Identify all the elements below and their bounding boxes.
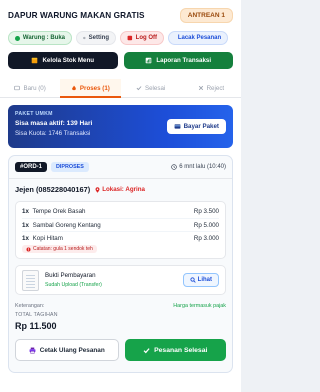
order-time: 6 mnt lalu (10:40) [171,164,226,170]
pin-icon [95,186,100,193]
fire-icon [72,85,76,91]
chart-icon [146,57,152,64]
order-status-badge: DIPROSES [51,162,89,172]
check-icon [136,86,142,91]
item-qty: 1x [22,221,29,229]
view-proof-label: Lihat [197,277,212,283]
track-order-label: Lacak Pesanan [177,35,222,41]
app-title: DAPUR WARUNG MAKAN GRATIS [8,11,145,20]
tab-reject-label: Reject [206,84,225,92]
list-item: 1x Kopi Hitam Rp 3.000 [22,231,219,244]
header: DAPUR WARUNG MAKAN GRATIS ANTREAN 1 Waru… [0,0,241,75]
chip-row: Warung : Buka Setting Log Off Lacak Pesa… [8,31,233,45]
logoff-button[interactable]: Log Off [120,31,164,45]
title-row: DAPUR WARUNG MAKAN GRATIS ANTREAN 1 [8,8,233,23]
clock-icon [171,164,178,170]
printer-icon [29,347,36,354]
finish-order-button[interactable]: Pesanan Selesai [124,339,226,361]
info-key: Keterangan: [15,303,45,309]
customer-row: Jejen (085228040167) Lokasi: Agrina [15,185,226,194]
tab-process[interactable]: Proses (1) [60,79,121,98]
item-name: Kopi Hitam [32,234,63,242]
finish-order-label: Pesanan Selesai [154,346,208,354]
transaction-report-button[interactable]: Laporan Transaksi [123,52,233,69]
order-tabs: Baru (0) Proses (1) Selesai Reject [0,79,241,98]
payment-proof: Bukti Pembayaran Sudah Upload (Transfer)… [15,265,226,295]
view-proof-button[interactable]: Lihat [182,273,219,287]
receipt-thumbnail [22,269,39,291]
order-id: #ORD-1 [15,162,48,172]
shop-status-chip[interactable]: Warung : Buka [8,31,72,45]
item-price: Rp 3.500 [193,208,219,215]
manage-stock-label: Kelola Stok Menu [42,57,95,64]
item-name: Tempe Orek Basah [32,208,86,215]
gear-icon [83,36,86,40]
search-icon [190,277,196,283]
payment-proof-status: Sudah Upload (Transfer) [45,282,102,288]
reprint-order-button[interactable]: Cetak Ulang Pesanan [15,339,119,361]
location: Lokasi: Agrina [95,186,145,193]
payment-proof-text: Bukti Pembayaran Sudah Upload (Transfer) [45,272,102,288]
location-label: Lokasi: Agrina [102,186,145,193]
setting-button[interactable]: Setting [76,31,116,45]
order-actions: Cetak Ulang Pesanan Pesanan Selesai [15,339,226,361]
order-divider [9,178,232,179]
app-root: DAPUR WARUNG MAKAN GRATIS ANTREAN 1 Waru… [0,0,241,392]
list-item: 1x Sambal Goreng Kentang Rp 5.000 [22,218,219,231]
list-item: 1x Tempe Orek Basah Rp 3.500 [22,205,219,218]
inbox-icon [14,85,21,91]
total-label: TOTAL TAGIHAN [15,312,58,318]
track-order-button[interactable]: Lacak Pesanan [168,31,228,45]
tab-new[interactable]: Baru (0) [0,79,60,97]
order-items: 1x Tempe Orek Basah Rp 3.500 1x Sambal G… [15,201,226,259]
total-value: Rp 11.500 [15,321,57,331]
package-label: PAKET UMKM [15,111,53,117]
status-dot-icon [15,35,20,41]
item-price: Rp 5.000 [193,221,219,229]
note-icon [26,247,31,251]
close-icon [198,85,203,91]
tab-done-label: Selesai [144,84,166,92]
box-icon [32,57,38,64]
setting-label: Setting [88,35,109,41]
tab-process-label: Proses (1) [79,84,110,92]
transaction-report-label: Laporan Transaksi [156,57,212,64]
item-name: Sambal Goreng Kentang [32,221,101,229]
manage-stock-button[interactable]: Kelola Stok Menu [8,52,118,69]
item-price: Rp 3.000 [193,234,219,242]
info-row: Keterangan: Harga termasuk pajak [15,303,226,309]
order-note-label: Catatan: gula 1 sendok teh [33,246,93,252]
action-row: Kelola Stok Menu Laporan Transaksi [8,52,233,69]
logoff-label: Log Off [135,35,157,41]
payment-proof-title: Bukti Pembayaran [45,272,96,279]
item-qty: 1x [22,234,29,242]
info-value: Harga termasuk pajak [173,303,226,309]
card-icon [174,124,181,129]
order-header: #ORD-1 DIPROSES 6 mnt lalu (10:40) [15,162,226,172]
customer-name: Jejen (085228040167) [15,185,91,194]
tab-new-label: Baru (0) [23,84,46,92]
order-time-label: 6 mnt lalu (10:40) [179,164,226,170]
queue-badge: ANTREAN 1 [179,8,233,23]
pay-package-button[interactable]: Bayar Paket [166,119,226,134]
order-card: #ORD-1 DIPROSES 6 mnt lalu (10:40) Jejen… [8,155,233,373]
package-card: PAKET UMKM Sisa masa aktif: 139 Hari Sis… [8,105,233,148]
order-note: Catatan: gula 1 sendok teh [22,245,97,253]
shop-status-label: Warung : Buka [22,35,65,41]
pay-package-label: Bayar Paket [183,123,219,130]
check-icon [143,347,150,353]
tab-reject[interactable]: Reject [181,79,241,97]
tab-done[interactable]: Selesai [121,79,181,97]
item-qty: 1x [22,208,29,215]
logout-icon [127,35,133,41]
reprint-order-label: Cetak Ulang Pesanan [39,346,105,354]
